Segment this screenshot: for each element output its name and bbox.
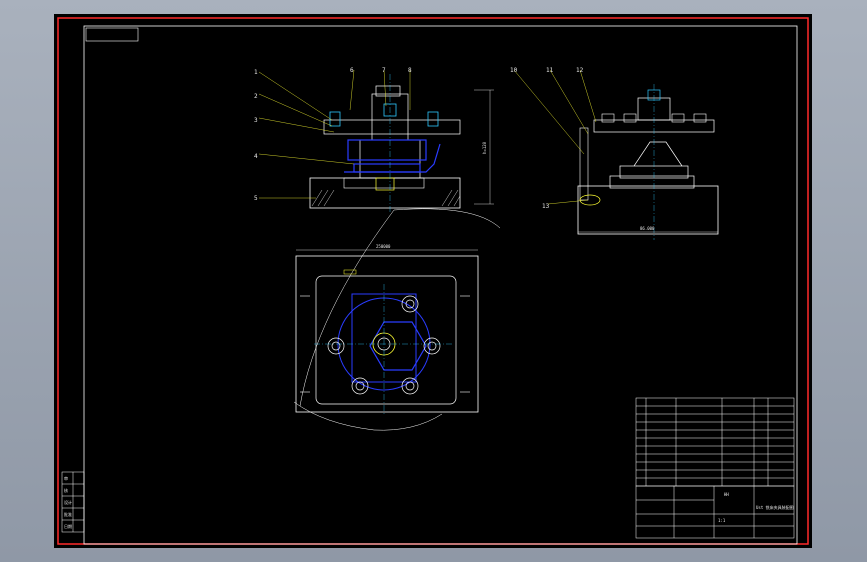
cad-viewport[interactable]: h=120 1 2 3 4 5 6 7 8 250000 86.000 10 1… <box>54 14 812 548</box>
front-height-dim: h=120 <box>482 141 487 154</box>
balloon-13: 13 <box>542 203 550 210</box>
side-view: 86.000 <box>577 84 719 240</box>
balloon-8: 8 <box>408 67 412 74</box>
side-balloons: 10 11 12 13 <box>510 67 584 210</box>
balloon-7: 7 <box>382 67 386 74</box>
scale-cell: 1:1 <box>718 518 726 523</box>
stamp-cell-1: 审 <box>64 475 68 481</box>
balloon-6: 6 <box>350 67 354 74</box>
balloon-4: 4 <box>254 153 258 160</box>
stamp-cell-2: 核 <box>64 487 68 493</box>
side-width-dim: 86.000 <box>640 226 655 231</box>
stamp-cell-3: 设计 <box>64 499 72 505</box>
front-section-view: h=120 <box>309 74 494 214</box>
balloon-10: 10 <box>510 67 518 74</box>
stamp-cell-4: 批准 <box>64 511 72 517</box>
stamp-cell-5: 日期 <box>64 523 72 529</box>
title-block <box>635 485 795 539</box>
outer-frame <box>57 17 809 545</box>
balloon-12: 12 <box>576 67 584 74</box>
balloon-5: 5 <box>254 195 258 202</box>
front-balloons: 1 2 3 4 5 6 7 8 <box>254 67 412 202</box>
drawing-title: Ust 铣床夹具装配图 <box>756 504 794 510</box>
balloon-3: 3 <box>254 117 258 124</box>
assembly-drawing: h=120 1 2 3 4 5 6 7 8 250000 86.000 10 1… <box>57 17 809 545</box>
code-box <box>85 27 139 42</box>
parts-list <box>635 397 795 487</box>
title-name-cell: HH <box>724 492 729 497</box>
plan-width-dim: 250000 <box>376 244 391 249</box>
side-leaders <box>513 69 597 205</box>
balloon-11: 11 <box>546 67 554 74</box>
balloon-2: 2 <box>254 93 258 100</box>
balloon-1: 1 <box>254 69 258 76</box>
inner-border <box>83 25 798 545</box>
plan-view: 250000 <box>293 208 501 431</box>
